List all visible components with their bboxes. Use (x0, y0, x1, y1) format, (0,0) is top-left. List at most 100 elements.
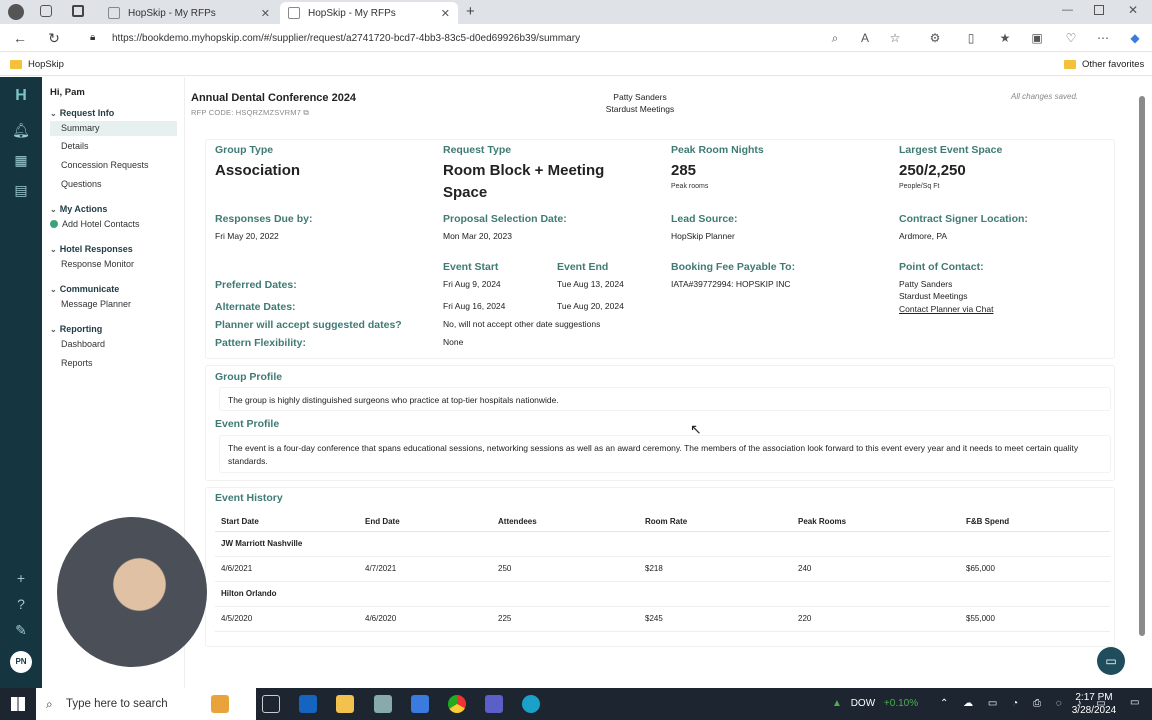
maximize-icon[interactable] (1094, 5, 1104, 15)
back-icon[interactable]: ← (12, 30, 28, 46)
user-avatar[interactable]: PN (10, 651, 32, 673)
sidebar-item-response-monitor[interactable]: Response Monitor (61, 259, 134, 269)
sidebar-item-dashboard[interactable]: Dashboard (61, 339, 105, 349)
task-view-icon[interactable] (262, 695, 280, 713)
main-content: Annual Dental Conference 2024 RFP CODE: … (185, 77, 1137, 688)
hopskip-favicon (288, 7, 300, 19)
bookmark-other-favorites[interactable]: Other favorites (1064, 59, 1144, 70)
section-request-info[interactable]: ⌄ Request Info (50, 108, 114, 118)
workspaces-icon[interactable] (40, 5, 52, 17)
refresh-icon[interactable]: ↻ (46, 30, 62, 47)
favorite-star-icon[interactable]: ☆ (888, 31, 902, 45)
col-attendees: Attendees (492, 513, 639, 532)
col-room-rate: Room Rate (639, 513, 792, 532)
read-aloud-icon[interactable]: A (858, 31, 872, 45)
page-scrollbar[interactable] (1138, 84, 1146, 654)
close-window-icon[interactable]: ✕ (1128, 3, 1138, 17)
webcam-overlay (57, 517, 207, 667)
app-icon[interactable] (374, 695, 392, 713)
lead-source-label: Lead Source: (671, 213, 738, 225)
section-communicate[interactable]: ⌄ Communicate (50, 284, 119, 294)
browser-essentials-icon[interactable]: ♡ (1064, 31, 1078, 45)
hopskip-logo-icon[interactable]: H (12, 87, 30, 105)
sidebar-item-questions[interactable]: Questions (61, 179, 102, 189)
sidebar-item-summary[interactable]: Summary (50, 121, 177, 136)
split-screen-icon[interactable]: ▯ (964, 31, 978, 45)
sidebar-item-concession-requests[interactable]: Concession Requests (61, 160, 149, 170)
outlook-icon[interactable] (299, 695, 317, 713)
stock-ticker[interactable]: ▲ DOW +0.10% (832, 698, 918, 709)
event-start-label: Event Start (443, 261, 499, 273)
notifications-icon[interactable]: ▭ (1130, 697, 1139, 708)
scrollbar-thumb[interactable] (1139, 96, 1145, 636)
grid-icon[interactable]: ▦ (12, 151, 30, 169)
lock-icon: 🔒︎ (90, 32, 96, 43)
responses-due-label: Responses Due by: (215, 213, 313, 225)
event-history-label: Event History (215, 492, 283, 504)
edge-icon[interactable] (522, 695, 540, 713)
copilot-icon[interactable]: ◆ (1128, 31, 1142, 45)
favorites-icon[interactable]: ★ (998, 31, 1012, 45)
table-cell: 4/5/2020 (215, 606, 359, 632)
section-reporting[interactable]: ⌄ Reporting (50, 324, 102, 334)
collections-icon[interactable]: ▣ (1030, 31, 1044, 45)
chrome-icon[interactable] (448, 695, 466, 713)
bell-icon[interactable]: 🔔︎ (12, 121, 30, 139)
store-icon[interactable] (411, 695, 429, 713)
stock-chart-icon: ▲ (832, 698, 842, 709)
close-tab-icon[interactable]: ✕ (441, 7, 450, 20)
section-hotel-responses[interactable]: ⌄ Hotel Responses (50, 244, 133, 254)
group-type-label: Group Type (215, 144, 274, 156)
document-icon[interactable]: ▤ (12, 181, 30, 199)
copy-icon[interactable]: ⧉ (303, 108, 309, 117)
file-explorer-icon[interactable] (336, 695, 354, 713)
chat-support-icon[interactable]: ▭ (1097, 647, 1125, 675)
stock-change: +0.10% (883, 698, 919, 709)
zoom-icon[interactable]: ⌕ (828, 31, 842, 46)
table-cell: $65,000 (960, 556, 1110, 582)
table-row: JW Marriott Nashville (215, 531, 1110, 557)
bookmark-hopskip-label: HopSkip (28, 59, 64, 70)
feedback-icon[interactable]: ✎ (12, 621, 30, 639)
profile-avatar[interactable] (8, 4, 24, 20)
pattern-flexibility-label: Pattern Flexibility: (215, 337, 307, 349)
clock[interactable]: 2:17 PM 3/28/2024 (1066, 691, 1122, 717)
group-type-value: Association (215, 162, 301, 179)
request-type-label: Request Type (443, 144, 512, 156)
hopskip-favicon (108, 7, 120, 19)
table-header-row: Start Date End Date Attendees Room Rate … (215, 513, 1110, 532)
windows-start-icon[interactable] (11, 697, 25, 711)
close-tab-icon[interactable]: ✕ (261, 7, 270, 20)
more-menu-icon[interactable]: ⋯ (1096, 31, 1110, 45)
section-my-actions[interactable]: ⌄ My Actions (50, 204, 107, 214)
add-user-icon[interactable]: + (12, 569, 30, 587)
contact-planner-link[interactable]: Contact Planner via Chat (899, 304, 994, 314)
windows-taskbar: ⌕ Type here to search ▲ DOW +0.10% ⌃ ☁ ▭… (0, 688, 1152, 720)
search-icon: ⌕ (46, 697, 53, 711)
booking-fee-value: IATA#39772994: HOPSKIP INC (671, 279, 791, 289)
tab-actions-icon[interactable] (72, 5, 84, 17)
sidebar-item-details[interactable]: Details (61, 141, 89, 151)
alternate-start: Fri Aug 16, 2024 (443, 301, 506, 311)
extensions-icon[interactable]: ⚙ (928, 31, 942, 45)
bookmark-hopskip[interactable]: HopSkip (10, 59, 64, 70)
tab-2[interactable]: HopSkip - My RFPs ✕ (280, 2, 458, 24)
event-profile-text: The event is a four-day conference that … (219, 435, 1111, 473)
teams-icon[interactable] (485, 695, 503, 713)
briefcase-app-icon[interactable] (211, 695, 229, 713)
rfp-code-text: RFP CODE: HSQRZMZSVRM7 (191, 108, 302, 117)
help-icon[interactable]: ? (12, 595, 30, 613)
table-cell: $218 (639, 556, 792, 582)
sidebar-item-add-hotel-contacts[interactable]: Add Hotel Contacts (50, 219, 140, 229)
minimize-icon[interactable]: — (1062, 4, 1073, 16)
preferred-start: Fri Aug 9, 2024 (443, 279, 501, 289)
poc-label: Point of Contact: (899, 261, 984, 273)
hotel-name: Hilton Orlando (215, 581, 1110, 607)
sidebar-item-reports[interactable]: Reports (61, 358, 93, 368)
sidebar-item-message-planner[interactable]: Message Planner (61, 299, 131, 309)
url-field[interactable]: 🔒︎ https://bookdemo.myhopskip.com/#/supp… (78, 27, 858, 49)
chevron-down-icon: ⌄ (50, 325, 57, 334)
tab-1[interactable]: HopSkip - My RFPs ✕ (100, 2, 278, 24)
address-bar-row: ← ↻ 🔒︎ https://bookdemo.myhopskip.com/#/… (0, 24, 1152, 52)
new-tab-icon[interactable]: + (466, 3, 475, 20)
